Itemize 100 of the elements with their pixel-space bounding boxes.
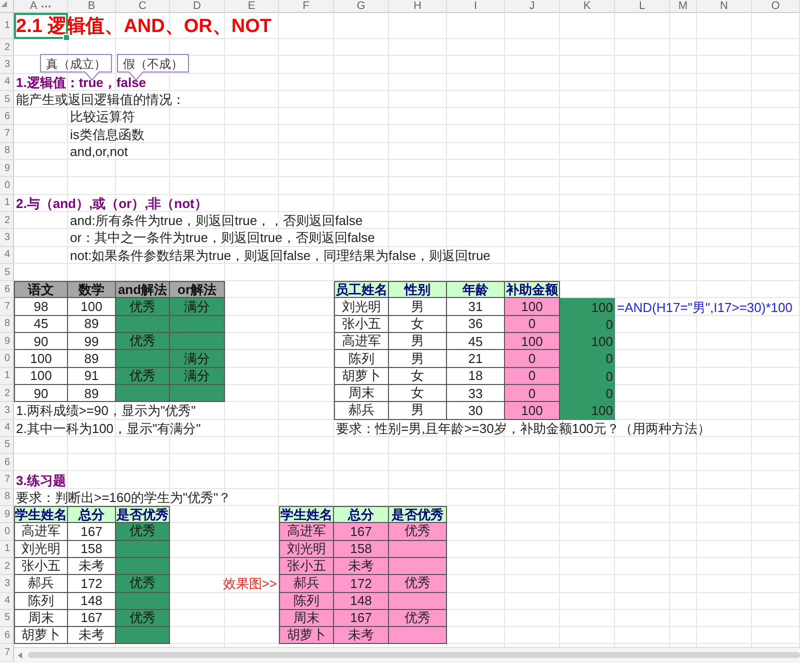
- row-header[interactable]: 1: [0, 368, 14, 385]
- table-cell: 167: [68, 610, 116, 628]
- row-header[interactable]: 8: [0, 142, 14, 160]
- table-cell: [389, 540, 447, 558]
- table-cell: 高进军: [334, 333, 389, 350]
- table-cell: 优秀: [389, 575, 447, 592]
- table-cell: 郝兵: [334, 402, 389, 420]
- row-header[interactable]: 0: [0, 523, 14, 541]
- table-cell: 45: [14, 316, 68, 334]
- scroll-left-icon[interactable]: [17, 652, 23, 659]
- table-cell: 100: [14, 350, 68, 368]
- column-header[interactable]: A: [30, 0, 38, 12]
- row-header[interactable]: 4: [0, 74, 14, 91]
- table-cell: 胡萝卜: [279, 627, 334, 644]
- row-header[interactable]: 7: [0, 298, 14, 316]
- row-header[interactable]: 4: [0, 592, 14, 610]
- row-header[interactable]: 3: [0, 56, 14, 74]
- horizontal-scrollbar[interactable]: [14, 647, 800, 663]
- table-cell: [389, 558, 447, 576]
- list-item: is类信息函数: [69, 126, 146, 143]
- table-cell: 未考: [68, 627, 116, 644]
- row-header[interactable]: 3: [0, 575, 14, 592]
- table-cell: 100: [14, 368, 68, 385]
- table-cell: 陈列: [334, 350, 389, 368]
- row-header[interactable]: 9: [0, 333, 14, 350]
- table-cell: 周末: [279, 610, 334, 628]
- more-icon[interactable]: [41, 4, 52, 8]
- row-header[interactable]: 5: [0, 264, 14, 282]
- select-all-icon[interactable]: [0, 0, 14, 13]
- table-cell: 100: [505, 402, 560, 420]
- row-header[interactable]: 9: [0, 160, 14, 178]
- table-cell: 优秀: [116, 610, 170, 628]
- column-header[interactable]: B: [88, 0, 96, 12]
- requirement-text: 要求：判断出>=160的学生为"优秀"？: [15, 488, 232, 506]
- table-cell: 21: [447, 350, 505, 368]
- row-header[interactable]: 7: [0, 125, 14, 143]
- table-cell: 148: [68, 592, 116, 610]
- column-header[interactable]: C: [138, 0, 146, 12]
- row-header[interactable]: 6: [0, 108, 14, 126]
- row-header[interactable]: 3: [0, 402, 14, 420]
- section-heading: 3.练习题: [15, 472, 67, 489]
- row-header[interactable]: 8: [0, 488, 14, 506]
- row-header[interactable]: 5: [0, 90, 14, 108]
- column-header[interactable]: E: [248, 0, 256, 12]
- table-cell: 100: [560, 333, 615, 350]
- table-cell: 未考: [334, 558, 389, 576]
- row-header[interactable]: 8: [0, 316, 14, 334]
- row-header[interactable]: 4: [0, 246, 14, 264]
- row-header[interactable]: 0: [0, 350, 14, 368]
- row-header[interactable]: 7: [0, 644, 14, 662]
- column-header[interactable]: K: [583, 0, 591, 12]
- table-cell: [170, 333, 225, 350]
- column-header[interactable]: N: [720, 0, 728, 12]
- table-cell: 89: [68, 350, 116, 368]
- row-header[interactable]: 6: [0, 627, 14, 644]
- table-cell: 100: [505, 298, 560, 316]
- row-header[interactable]: 5: [0, 610, 14, 628]
- column-header[interactable]: F: [302, 0, 310, 12]
- row-header[interactable]: 7: [0, 471, 14, 489]
- column-header[interactable]: H: [414, 0, 422, 12]
- row-header[interactable]: 3: [0, 229, 14, 247]
- column-header[interactable]: O: [771, 0, 780, 12]
- table-cell: 0: [560, 316, 615, 334]
- table-cell: 未考: [334, 627, 389, 644]
- table-cell: 男: [389, 333, 447, 350]
- row-header[interactable]: 2: [0, 212, 14, 230]
- row-header[interactable]: 2: [0, 39, 14, 56]
- header-cell: 语文: [14, 281, 68, 298]
- row-header[interactable]: 2: [0, 558, 14, 576]
- header-cell: 员工姓名: [334, 281, 389, 298]
- table-cell: 优秀: [389, 523, 447, 541]
- table-cell: 0: [505, 384, 560, 402]
- table-cell: [116, 540, 170, 558]
- table-cell: 男: [389, 402, 447, 420]
- note-text: 2.其中一科为100，显示"有满分": [15, 420, 202, 437]
- column-header[interactable]: D: [193, 0, 201, 12]
- column-header[interactable]: L: [638, 0, 646, 12]
- column-header[interactable]: J: [529, 0, 535, 12]
- table-cell: 陈列: [14, 592, 68, 610]
- row-header[interactable]: 6: [0, 281, 14, 298]
- row-header[interactable]: 4: [0, 420, 14, 437]
- table-cell: 优秀: [116, 298, 170, 316]
- table-cell: [116, 558, 170, 576]
- row-header[interactable]: 1: [0, 540, 14, 558]
- column-header[interactable]: G: [356, 0, 366, 12]
- header-cell: 是否优秀: [389, 506, 447, 524]
- row-header[interactable]: 5: [0, 436, 14, 454]
- table-cell: 0: [505, 368, 560, 385]
- row-header[interactable]: 0: [0, 177, 14, 195]
- header-cell: 总分: [334, 506, 389, 524]
- table-cell: [170, 316, 225, 334]
- row-header[interactable]: 2: [0, 384, 14, 402]
- table-cell: 90: [14, 333, 68, 350]
- row-header[interactable]: 1: [0, 13, 14, 39]
- row-header[interactable]: 1: [0, 194, 14, 212]
- row-header[interactable]: 6: [0, 454, 14, 472]
- row-header[interactable]: 9: [0, 506, 14, 524]
- table-cell: 158: [334, 540, 389, 558]
- column-header[interactable]: I: [474, 0, 478, 12]
- note-text: 1.两科成绩>=90，显示为"优秀": [15, 402, 197, 420]
